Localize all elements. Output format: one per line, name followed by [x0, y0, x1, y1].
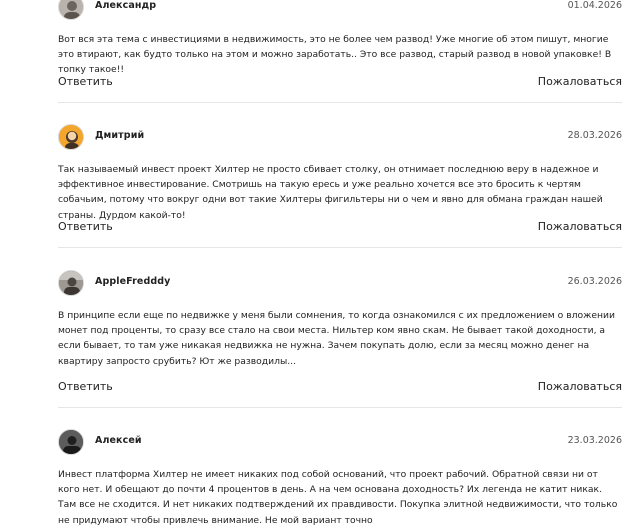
- comment-text: Так называемый инвест проект Хилтер не п…: [58, 164, 603, 221]
- comment-header: Александр 01.04.2026: [58, 0, 622, 24]
- comment: Дмитрий 28.03.2026 Так называемый инвест…: [58, 124, 622, 223]
- avatar[interactable]: [58, 270, 84, 296]
- comment-text: В принципе если еще по недвижке у меня б…: [58, 310, 615, 367]
- comment-header: AppleFredddy 26.03.2026: [58, 270, 622, 300]
- comment-author[interactable]: Алексей: [95, 435, 142, 446]
- comment-date: 28.03.2026: [567, 130, 622, 141]
- comment-date: 01.04.2026: [567, 0, 622, 11]
- avatar[interactable]: [58, 0, 84, 20]
- comment-actions: Ответить Пожаловаться: [58, 380, 622, 394]
- reply-button[interactable]: Ответить: [58, 220, 113, 233]
- reply-button[interactable]: Ответить: [58, 75, 113, 88]
- report-button[interactable]: Пожаловаться: [538, 220, 622, 233]
- comment-author[interactable]: AppleFredddy: [95, 276, 170, 287]
- comment-actions: Ответить Пожаловаться: [58, 220, 622, 234]
- divider: [58, 102, 622, 103]
- comment: AppleFredddy 26.03.2026 В принципе если …: [58, 270, 622, 369]
- comment-author[interactable]: Александр: [95, 0, 156, 11]
- comment-date: 26.03.2026: [567, 276, 622, 287]
- report-button[interactable]: Пожаловаться: [538, 380, 622, 393]
- comment-date: 23.03.2026: [567, 435, 622, 446]
- comment-actions: Ответить Пожаловаться: [58, 75, 622, 89]
- comment-header: Алексей 23.03.2026: [58, 429, 622, 459]
- avatar[interactable]: [58, 429, 84, 455]
- comment: Александр 01.04.2026 Вот вся эта тема с …: [58, 0, 622, 78]
- divider: [58, 407, 622, 408]
- divider: [58, 247, 622, 248]
- avatar[interactable]: [58, 124, 84, 150]
- comment-text: Вот вся эта тема с инвестициями в недвиж…: [58, 34, 612, 76]
- comment: Алексей 23.03.2026 Инвест платформа Хилт…: [58, 429, 622, 528]
- reply-button[interactable]: Ответить: [58, 380, 113, 393]
- comment-header: Дмитрий 28.03.2026: [58, 124, 622, 154]
- report-button[interactable]: Пожаловаться: [538, 75, 622, 88]
- comment-author[interactable]: Дмитрий: [95, 130, 144, 141]
